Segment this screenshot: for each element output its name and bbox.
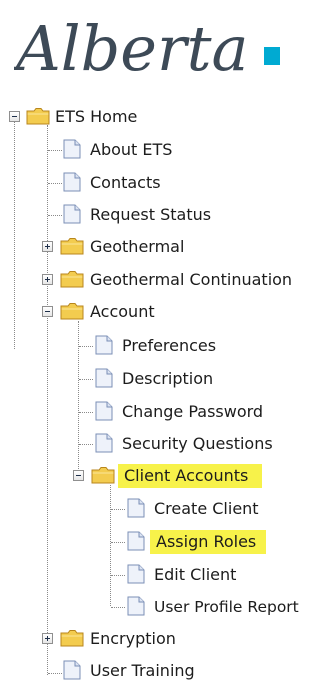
- tree-node-description[interactable]: Description: [0, 367, 240, 391]
- tree-node-label: Preferences: [122, 336, 217, 355]
- tree-node-ets-home[interactable]: ETS Home: [0, 105, 180, 129]
- folder-icon: [59, 235, 85, 257]
- tree-node-account[interactable]: Account: [0, 300, 200, 324]
- navigation-tree: ETS Home About ETS Contacts Request Stat…: [0, 0, 325, 680]
- expand-toggle-icon[interactable]: [42, 274, 53, 285]
- tree-node-label: User Training: [90, 661, 195, 680]
- page-icon: [93, 367, 115, 389]
- tree-node-label: Request Status: [90, 205, 212, 224]
- tree-node-label: Change Password: [122, 402, 264, 421]
- tree-node-geothermal-continuation[interactable]: Geothermal Continuation: [0, 268, 322, 292]
- tree-node-label: Account: [90, 302, 155, 321]
- page-icon: [61, 171, 83, 193]
- tree-node-label: ETS Home: [55, 107, 138, 126]
- page-icon: [93, 400, 115, 422]
- page-icon: [61, 659, 83, 681]
- page-icon: [125, 563, 147, 585]
- tree-node-client-accounts[interactable]: Client Accounts: [0, 464, 290, 488]
- tree-node-create-client[interactable]: Create Client: [0, 497, 290, 521]
- collapse-toggle-icon[interactable]: [9, 111, 20, 122]
- tree-node-user-training[interactable]: User Training: [0, 659, 220, 683]
- tree-node-request-status[interactable]: Request Status: [0, 203, 240, 227]
- page-icon: [93, 334, 115, 356]
- tree-node-encryption[interactable]: Encryption: [0, 627, 210, 651]
- tree-node-label: Geothermal Continuation: [90, 270, 293, 289]
- tree-node-preferences[interactable]: Preferences: [0, 334, 240, 358]
- folder-icon: [25, 105, 51, 127]
- page-icon: [61, 138, 83, 160]
- folder-icon: [59, 268, 85, 290]
- tree-node-security-questions[interactable]: Security Questions: [0, 432, 310, 456]
- tree-node-about-ets[interactable]: About ETS: [0, 138, 200, 162]
- expand-toggle-icon[interactable]: [42, 633, 53, 644]
- tree-node-label: Contacts: [90, 173, 161, 192]
- tree-node-label: Encryption: [90, 629, 176, 648]
- folder-icon: [59, 627, 85, 649]
- page-icon: [125, 530, 147, 552]
- collapse-toggle-icon[interactable]: [42, 306, 53, 317]
- page-icon: [61, 203, 83, 225]
- tree-node-geothermal[interactable]: Geothermal: [0, 235, 210, 259]
- tree-node-label: Geothermal: [90, 237, 185, 256]
- tree-node-label: Security Questions: [122, 434, 273, 453]
- tree-node-label-highlighted: Client Accounts: [118, 464, 263, 488]
- tree-node-label-highlighted: Assign Roles: [150, 530, 267, 554]
- tree-node-label: Description: [122, 369, 214, 388]
- expand-toggle-icon[interactable]: [42, 241, 53, 252]
- tree-node-label: Edit Client: [154, 565, 237, 584]
- page-icon: [93, 432, 115, 454]
- page-icon: [125, 595, 147, 617]
- tree-node-contacts[interactable]: Contacts: [0, 171, 200, 195]
- tree-node-change-password[interactable]: Change Password: [0, 400, 300, 424]
- folder-icon: [90, 464, 116, 486]
- tree-node-assign-roles[interactable]: Assign Roles: [0, 530, 290, 554]
- tree-node-label: User Profile Report: [154, 598, 299, 616]
- page-icon: [125, 497, 147, 519]
- tree-node-label: About ETS: [90, 140, 173, 159]
- tree-node-edit-client[interactable]: Edit Client: [0, 563, 290, 587]
- tree-node-user-profile-report[interactable]: User Profile Report: [0, 595, 325, 619]
- collapse-toggle-icon[interactable]: [73, 470, 84, 481]
- tree-node-label: Create Client: [154, 499, 259, 518]
- folder-icon: [59, 300, 85, 322]
